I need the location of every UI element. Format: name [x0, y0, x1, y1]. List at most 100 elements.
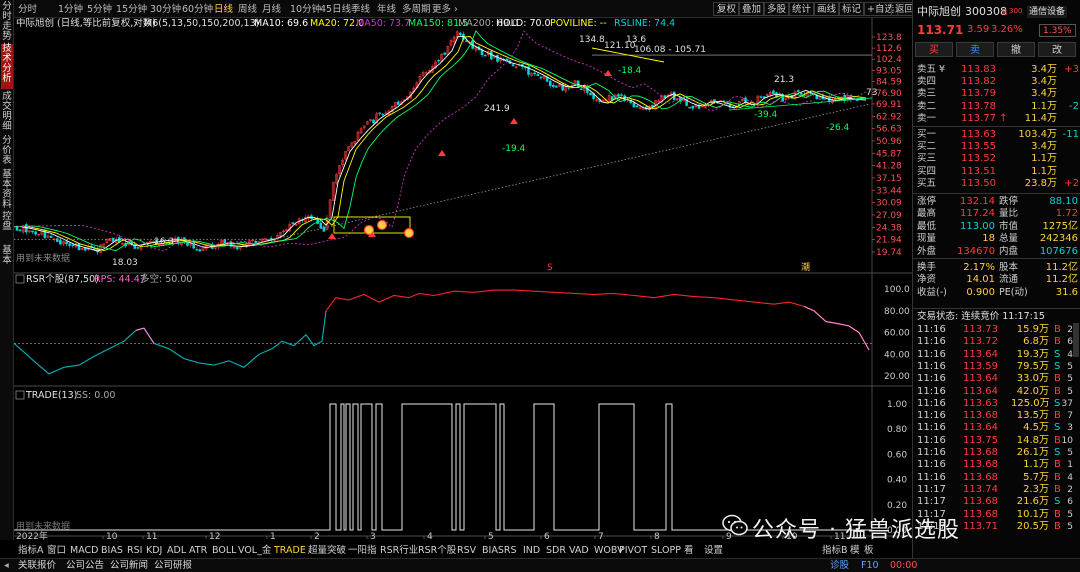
tool-button-1[interactable]: 叠加 — [738, 2, 766, 16]
tick-row[interactable]: 11:16 113.63 125.0万 S 37 — [913, 398, 1080, 410]
period-tab-13[interactable]: 多周期 — [402, 3, 431, 16]
tick-row[interactable]: 11:16 113.68 5.7万 B 4 — [913, 472, 1080, 484]
indicator-tab-26[interactable]: 模 — [850, 544, 860, 558]
trade-panel-toggle[interactable] — [15, 390, 25, 400]
asks-row[interactable]: 卖二 113.78 1.1万 -2 — [913, 101, 1080, 113]
indicator-tab-16[interactable]: BIASRS — [482, 544, 516, 558]
bids-row[interactable]: 买一 113.63 103.4万 -11 — [913, 129, 1080, 141]
tick-row[interactable]: 11:16 113.73 15.9万 B 2 — [913, 324, 1080, 336]
tick-row[interactable]: 11:16 113.59 79.5万 S 5 — [913, 361, 1080, 373]
left-tab-5[interactable]: 控盘 — [1, 212, 13, 242]
indicator-tab-5[interactable]: KDJ — [146, 544, 162, 558]
indicator-tab-9[interactable]: VOL_金 — [238, 544, 271, 558]
indicator-tab-27[interactable]: 板 — [864, 544, 874, 558]
tick-row[interactable]: 11:17 113.74 2.3万 B 2 — [913, 484, 1080, 496]
tool-button-0[interactable]: 复权 — [713, 2, 741, 16]
chart-area[interactable]: 中际旭创 (日线,等比前复权,对数) M6(5,13,50,150,200,13)… — [13, 17, 912, 542]
indicator-tab-18[interactable]: SDR — [546, 544, 566, 558]
bottom-left-arrow[interactable]: ◂ — [4, 559, 9, 572]
candle-body — [539, 76, 543, 79]
indicator-tab-3[interactable]: BIAS — [101, 544, 123, 558]
period-tab-1[interactable]: 1分钟 — [58, 3, 83, 16]
indicator-tab-19[interactable]: VAD — [569, 544, 589, 558]
bids-row[interactable]: 买二 113.55 3.4万 — [913, 141, 1080, 153]
indicator-tab-10[interactable]: TRADE — [274, 544, 306, 558]
asks-row[interactable]: 卖一 113.77 ↑ 11.4万 — [913, 113, 1080, 125]
tick-row[interactable]: 11:17 113.68 21.6万 S 6 — [913, 496, 1080, 508]
asks-row[interactable]: 卖四 113.82 3.4万 — [913, 76, 1080, 88]
indicator-tab-8[interactable]: BOLL — [212, 544, 236, 558]
indicator-tab-7[interactable]: ATR — [189, 544, 207, 558]
tool-button-4[interactable]: 画线 — [813, 2, 841, 16]
bids-row[interactable]: 买三 113.52 1.1万 — [913, 153, 1080, 165]
indicator-tab-12[interactable]: 一阳指 — [348, 544, 377, 558]
period-tab-0[interactable]: 分时 — [18, 3, 37, 16]
industry-button[interactable]: 通信设备 — [1027, 6, 1068, 18]
indicator-tab-1[interactable]: 窗口 — [47, 544, 66, 558]
rsr-panel-toggle[interactable] — [15, 274, 25, 284]
indicator-tab-24[interactable]: 设置 — [704, 544, 723, 558]
asks-row[interactable]: 卖三 113.79 3.4万 — [913, 88, 1080, 100]
period-tab-7[interactable]: 周线 — [238, 3, 257, 16]
indicator-tab-6[interactable]: ADL — [167, 544, 186, 558]
tick-row[interactable]: 11:16 113.64 33.0万 B 5 — [913, 373, 1080, 385]
indicator-tab-25[interactable]: 指标B — [822, 544, 848, 558]
trade-btn-0[interactable]: 买 — [915, 42, 953, 57]
bottom-tab-2[interactable]: 公司新闻 — [110, 559, 148, 572]
period-tab-2[interactable]: 5分钟 — [87, 3, 112, 16]
trade-btn-3[interactable]: 改 — [1038, 42, 1076, 57]
left-tab-1[interactable]: 技术分析 — [1, 44, 13, 89]
bottom-right-0[interactable]: 诊股 — [830, 559, 849, 572]
period-tab-6[interactable]: 日线 — [214, 3, 233, 16]
bottom-tab-3[interactable]: 公司研报 — [154, 559, 192, 572]
period-tab-3[interactable]: 15分钟 — [116, 3, 147, 16]
left-tab-0[interactable]: 分时走势 — [1, 2, 13, 42]
left-tab-6[interactable]: 基本 — [1, 246, 13, 274]
indicator-tab-11[interactable]: 超量突破 — [308, 544, 346, 558]
tick-row[interactable]: 11:16 113.64 4.5万 S 3 — [913, 422, 1080, 434]
trade-btn-2[interactable]: 撤 — [997, 42, 1035, 57]
bottom-right-2[interactable]: 00:00 — [890, 559, 917, 572]
bottom-tab-1[interactable]: 公司公告 — [66, 559, 104, 572]
indicator-tab-2[interactable]: MACD — [70, 544, 98, 558]
tool-button-3[interactable]: 统计 — [788, 2, 816, 16]
period-tab-12[interactable]: 年线 — [377, 3, 396, 16]
left-tab-4[interactable]: 基本资料 — [1, 170, 13, 214]
tick-row[interactable]: 11:16 113.68 26.1万 S 5 — [913, 447, 1080, 459]
bottom-tab-0[interactable]: 关联报价 — [18, 559, 56, 572]
tick-row[interactable]: 11:16 113.75 14.8万 B 10 — [913, 435, 1080, 447]
asks-row[interactable]: 卖五 ¥ 113.83 3.4万 +3 — [913, 64, 1080, 76]
indicator-tab-13[interactable]: RSR行业 — [380, 544, 418, 558]
tick-row[interactable]: 11:16 113.68 1.1万 B 1 — [913, 459, 1080, 471]
period-tab-14[interactable]: 更多 › — [432, 3, 458, 16]
tick-row[interactable]: 11:16 113.68 13.5万 B 7 — [913, 410, 1080, 422]
bids-row[interactable]: 买四 113.51 1.1万 — [913, 166, 1080, 178]
period-tab-4[interactable]: 30分钟 — [150, 3, 181, 16]
bids-row[interactable]: 买五 113.50 23.8万 +2 — [913, 178, 1080, 190]
indicator-tab-17[interactable]: IND — [523, 544, 540, 558]
bottom-right-1[interactable]: F10 — [861, 559, 879, 572]
period-tab-11[interactable]: 季线 — [351, 3, 370, 16]
asks-price: 113.83 — [961, 64, 996, 75]
indicator-tab-22[interactable]: SLOPP — [651, 544, 681, 558]
tick-scrollbar[interactable] — [1073, 323, 1079, 357]
indicator-tab-0[interactable]: 指标A — [18, 544, 44, 558]
period-tab-8[interactable]: 月线 — [262, 3, 281, 16]
indicator-tab-4[interactable]: RSI — [127, 544, 142, 558]
indicator-tab-21[interactable]: PIVOT — [619, 544, 647, 558]
tick-row[interactable]: 11:16 113.72 6.8万 B 6 — [913, 336, 1080, 348]
period-tab-9[interactable]: 10分钟 — [290, 3, 321, 16]
period-tab-10[interactable]: 45日线 — [320, 3, 351, 16]
kline-chart[interactable]: 中际旭创 (日线,等比前复权,对数)M6(5,13,50,150,200,13)… — [13, 17, 912, 542]
tick-row[interactable]: 11:16 113.64 42.0万 B 5 — [913, 386, 1080, 398]
indicator-tab-15[interactable]: RSV — [457, 544, 476, 558]
left-tab-2[interactable]: 成交明细 — [1, 92, 13, 134]
tool-button-5[interactable]: 标记 — [838, 2, 866, 16]
trade-btn-1[interactable]: 卖 — [956, 42, 994, 57]
indicator-tab-14[interactable]: RSR个股 — [418, 544, 456, 558]
period-tab-5[interactable]: 60分钟 — [182, 3, 213, 16]
tool-button-2[interactable]: 多股 — [763, 2, 791, 16]
tick-row[interactable]: 11:16 113.64 19.3万 S 4 — [913, 349, 1080, 361]
indicator-tab-23[interactable]: 看 — [684, 544, 694, 558]
left-tab-3[interactable]: 分价表 — [1, 136, 13, 166]
